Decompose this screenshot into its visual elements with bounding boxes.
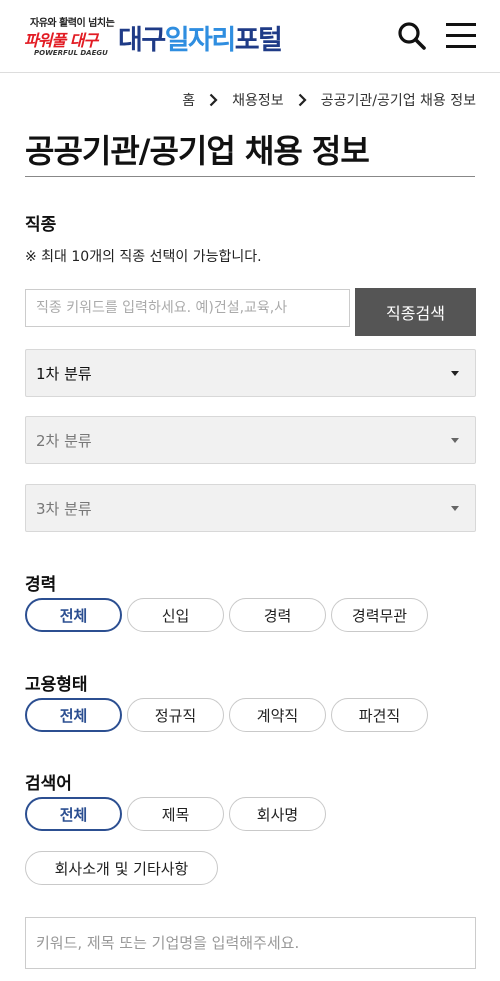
employment-option-all[interactable]: 전체 — [25, 698, 122, 732]
breadcrumb: 홈 채용정보 공공기관/공기업 채용 정보 — [182, 90, 476, 110]
search-option-company-intro[interactable]: 회사소개 및 기타사항 — [25, 851, 218, 885]
search-icon[interactable] — [394, 18, 430, 54]
category-level2-select[interactable]: 2차 분류 — [25, 416, 476, 464]
site-header: 자유와 활력이 넘치는 파워풀 대구 POWERFUL DAEGU 대구일자리포… — [0, 0, 500, 73]
category-level3-select[interactable]: 3차 분류 — [25, 484, 476, 532]
search-target-label: 검색어 — [25, 774, 72, 794]
job-search-button[interactable]: 직종검색 — [355, 288, 476, 336]
job-type-label: 직종 — [25, 215, 57, 235]
employment-option-contract[interactable]: 계약직 — [229, 698, 326, 732]
employment-option-permanent[interactable]: 정규직 — [127, 698, 224, 732]
category-level2-value: 2차 분류 — [36, 431, 92, 450]
site-logo[interactable]: 자유와 활력이 넘치는 파워풀 대구 POWERFUL DAEGU 대구일자리포… — [24, 14, 334, 60]
breadcrumb-current: 공공기관/공기업 채용 정보 — [320, 93, 476, 109]
category-level1-value: 1차 분류 — [36, 364, 92, 383]
dropdown-caret-icon — [451, 438, 459, 443]
hamburger-menu-icon[interactable] — [444, 20, 478, 50]
breadcrumb-home[interactable]: 홈 — [182, 90, 195, 110]
chevron-right-icon — [209, 93, 218, 107]
dropdown-caret-icon — [451, 506, 459, 511]
category-level3-value: 3차 분류 — [36, 499, 92, 518]
chevron-right-icon — [298, 93, 307, 107]
search-option-all[interactable]: 전체 — [25, 797, 122, 831]
employment-type-options: 전체 정규직 계약직 파견직 — [25, 698, 428, 732]
job-keyword-input[interactable] — [25, 289, 350, 327]
search-target-options-row2: 회사소개 및 기타사항 — [25, 851, 218, 885]
keyword-search-input[interactable] — [25, 917, 476, 969]
career-option-all[interactable]: 전체 — [25, 598, 122, 632]
search-option-title[interactable]: 제목 — [127, 797, 224, 831]
career-options: 전체 신입 경력 경력무관 — [25, 598, 428, 632]
category-level1-select[interactable]: 1차 분류 — [25, 349, 476, 397]
logo-title: 대구일자리포털 — [118, 18, 283, 57]
search-target-options: 전체 제목 회사명 — [25, 797, 326, 831]
search-option-company[interactable]: 회사명 — [229, 797, 326, 831]
career-option-new[interactable]: 신입 — [127, 598, 224, 632]
logo-title-part3: 포털 — [234, 25, 283, 56]
logo-title-part1: 대구 — [118, 25, 166, 56]
logo-power-daegu: 파워풀 대구 — [24, 31, 98, 50]
title-divider — [25, 176, 475, 177]
career-label: 경력 — [25, 575, 57, 595]
logo-title-part2: 일자리 — [164, 25, 237, 56]
dropdown-caret-icon — [451, 371, 459, 376]
job-type-note: ※ 최대 10개의 직종 선택이 가능합니다. — [25, 249, 262, 265]
employment-option-dispatch[interactable]: 파견직 — [331, 698, 428, 732]
breadcrumb-recruit[interactable]: 채용정보 — [232, 90, 284, 110]
employment-type-label: 고용형태 — [25, 675, 88, 695]
career-option-experienced[interactable]: 경력 — [229, 598, 326, 632]
page-title: 공공기관/공기업 채용 정보 — [25, 132, 370, 170]
logo-english: POWERFUL DAEGU — [34, 49, 108, 57]
career-option-any[interactable]: 경력무관 — [331, 598, 428, 632]
